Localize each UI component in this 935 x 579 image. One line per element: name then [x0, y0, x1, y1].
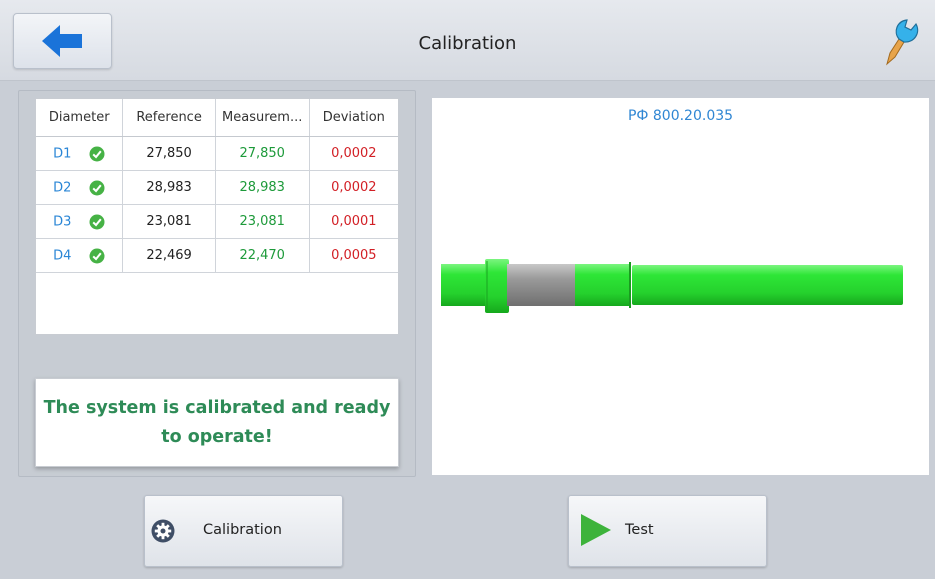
diameter-label: D1	[53, 146, 72, 161]
column-header-diameter[interactable]: Diameter	[36, 99, 124, 137]
page-title: Calibration	[418, 33, 517, 54]
calibration-table: Diameter Reference Measurem... Deviation…	[35, 98, 399, 335]
column-header-measurement[interactable]: Measurem...	[215, 99, 310, 137]
measurement-cell: 23,081	[215, 204, 310, 239]
test-button-label: Test	[625, 522, 654, 538]
diameter-cell: D4	[36, 238, 124, 273]
check-icon	[89, 180, 105, 195]
diameter-label: D3	[53, 214, 72, 229]
table-row[interactable]: D2 28,983 28,983 0,0002	[36, 170, 398, 205]
check-icon	[89, 214, 105, 229]
measurement-cell: 28,983	[215, 170, 310, 205]
pipe-part-image	[441, 259, 903, 313]
check-icon	[89, 146, 105, 161]
measurement-cell: 22,470	[215, 238, 310, 273]
diameter-label: D2	[53, 180, 72, 195]
diameter-cell: D2	[36, 170, 124, 205]
diameter-cell: D3	[36, 204, 124, 239]
reference-cell: 22,469	[122, 238, 216, 273]
table-row[interactable]: D4 22,469 22,470 0,0005	[36, 238, 398, 273]
column-header-reference[interactable]: Reference	[122, 99, 216, 137]
calibration-button[interactable]: Calibration	[144, 495, 343, 567]
diameter-label: D4	[53, 248, 72, 263]
calibration-button-label: Calibration	[203, 522, 282, 538]
deviation-cell: 0,0001	[309, 204, 398, 239]
header-bar: Calibration	[0, 0, 935, 81]
deviation-cell: 0,0005	[309, 238, 398, 273]
reference-cell: 23,081	[122, 204, 216, 239]
deviation-cell: 0,0002	[309, 170, 398, 205]
reference-cell: 28,983	[122, 170, 216, 205]
reference-cell: 27,850	[122, 136, 216, 171]
table-row[interactable]: D3 23,081 23,081 0,0001	[36, 204, 398, 239]
check-icon	[89, 248, 105, 263]
wrench-icon[interactable]	[881, 12, 923, 68]
part-preview-panel: РФ 800.20.035	[432, 98, 929, 475]
measurement-cell: 27,850	[215, 136, 310, 171]
table-row[interactable]: D1 27,850 27,850 0,0002	[36, 136, 398, 171]
test-button[interactable]: Test	[568, 495, 767, 567]
deviation-cell: 0,0002	[309, 136, 398, 171]
column-header-deviation[interactable]: Deviation	[309, 99, 398, 137]
part-code: РФ 800.20.035	[627, 108, 734, 124]
play-icon	[581, 514, 611, 546]
table-header-row: Diameter Reference Measurem... Deviation	[36, 99, 398, 137]
diameter-cell: D1	[36, 136, 124, 171]
status-message-box: The system is calibrated and ready to op…	[35, 378, 399, 467]
status-message: The system is calibrated and ready to op…	[43, 397, 391, 447]
gear-icon	[151, 519, 175, 543]
